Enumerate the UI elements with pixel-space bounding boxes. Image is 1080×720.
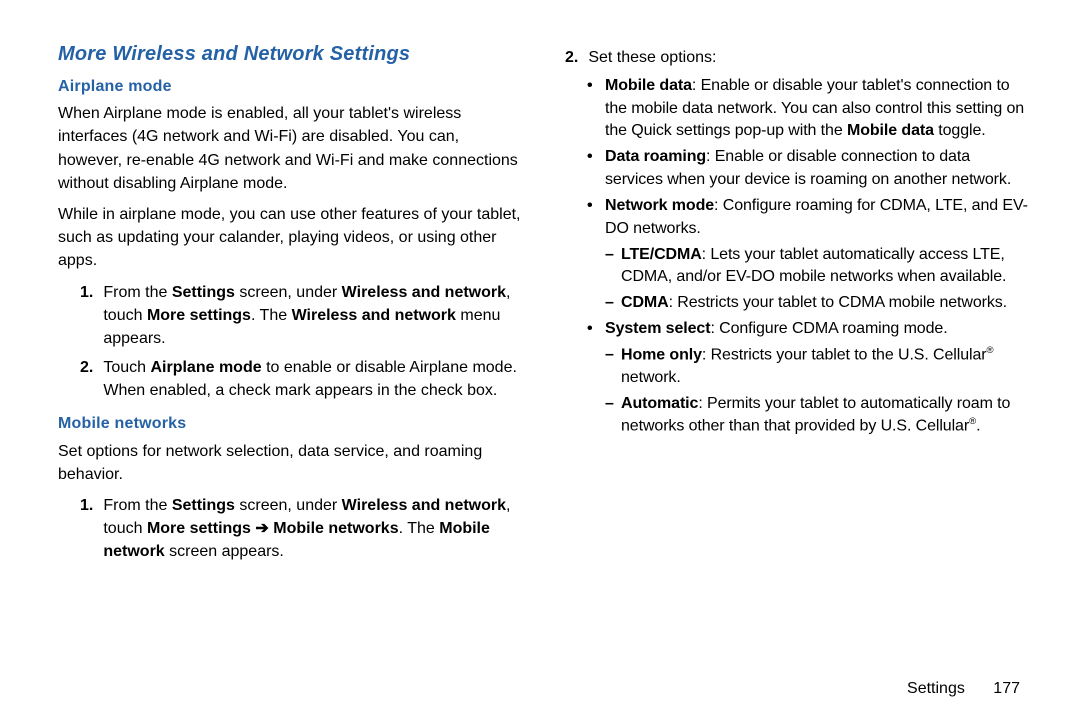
bullet-icon: • [587,75,597,97]
section-heading: More Wireless and Network Settings [58,40,523,69]
sub-body: Home only: Restricts your tablet to the … [621,344,1030,389]
bullet-item: • Network mode: Configure roaming for CD… [587,195,1030,240]
list-item: 2. Touch Airplane mode to enable or disa… [80,356,523,402]
paragraph: While in airplane mode, you can use othe… [58,203,523,273]
bullet-icon: • [587,318,597,340]
bold-term: CDMA [621,294,669,311]
step-number: 2. [80,356,93,379]
bold-term: Network mode [605,197,714,214]
sub-body: CDMA: Restricts your tablet to CDMA mobi… [621,292,1030,314]
bullet-body: System select: Configure CDMA roaming mo… [605,318,1030,340]
text: screen, under [235,497,342,514]
bold-term: More settings [147,307,251,324]
sub-item: – LTE/CDMA: Lets your tablet automatical… [605,244,1030,289]
bullet-icon: • [587,146,597,168]
text: From the [103,284,171,301]
dash-icon: – [605,393,615,415]
document-page: More Wireless and Network Settings Airpl… [0,0,1080,684]
bold-term: Mobile data [605,77,692,94]
bold-term: Settings [172,497,235,514]
step-number: 1. [80,494,93,517]
sub-body: Automatic: Permits your tablet to automa… [621,393,1030,438]
step-body: From the Settings screen, under Wireless… [103,281,523,351]
step-body: Set these options: [588,46,1030,69]
bold-term: Mobile data [847,122,934,139]
left-column: More Wireless and Network Settings Airpl… [58,40,523,656]
bold-term: Airplane mode [150,359,261,376]
paragraph: When Airplane mode is enabled, all your … [58,102,523,195]
bullet-body: Data roaming: Enable or disable connecti… [605,146,1030,191]
bold-term: Wireless and network [342,284,506,301]
bold-term: Wireless and network [342,497,506,514]
bullet-item: • Mobile data: Enable or disable your ta… [587,75,1030,142]
subheading-airplane: Airplane mode [58,75,523,98]
text: . [976,417,980,434]
text: screen appears. [165,543,284,560]
bold-term: Automatic [621,395,698,412]
dash-icon: – [605,292,615,314]
list-item: 1. From the Settings screen, under Wirel… [80,281,523,351]
page-footer: Settings 177 [907,680,1020,698]
bullet-item: • System select: Configure CDMA roaming … [587,318,1030,340]
bold-term: More settings ➔ Mobile networks [147,520,399,537]
bold-term: Wireless and network [292,307,456,324]
bullet-icon: • [587,195,597,217]
bold-term: Home only [621,347,702,364]
step-number: 1. [80,281,93,304]
list-item: 2. Set these options: [565,46,1030,69]
text: toggle. [934,122,986,139]
sub-item: – CDMA: Restricts your tablet to CDMA mo… [605,292,1030,314]
paragraph: Set options for network selection, data … [58,440,523,486]
registered-icon: ® [987,345,994,356]
bold-term: Data roaming [605,148,706,165]
sub-item: – Automatic: Permits your tablet to auto… [605,393,1030,438]
right-column: 2. Set these options: • Mobile data: Ena… [565,40,1030,656]
bullet-body: Network mode: Configure roaming for CDMA… [605,195,1030,240]
registered-icon: ® [969,416,976,427]
bold-term: Settings [172,284,235,301]
bullet-item: • Data roaming: Enable or disable connec… [587,146,1030,191]
bullet-body: Mobile data: Enable or disable your tabl… [605,75,1030,142]
text: : Restricts your tablet to CDMA mobile n… [669,294,1007,311]
text: From the [103,497,171,514]
text: screen, under [235,284,342,301]
text: . The [399,520,440,537]
footer-section: Settings [907,680,965,697]
dash-icon: – [605,344,615,366]
step-number: 2. [565,46,578,69]
text: : Configure CDMA roaming mode. [710,320,947,337]
list-item: 1. From the Settings screen, under Wirel… [80,494,523,564]
step-body: Touch Airplane mode to enable or disable… [103,356,523,402]
subheading-mobile: Mobile networks [58,412,523,435]
text: : Restricts your tablet to the U.S. Cell… [702,347,987,364]
sub-body: LTE/CDMA: Lets your tablet automatically… [621,244,1030,289]
dash-icon: – [605,244,615,266]
text: . The [251,307,292,324]
sub-item: – Home only: Restricts your tablet to th… [605,344,1030,389]
step-body: From the Settings screen, under Wireless… [103,494,523,564]
text: network. [621,369,681,386]
page-number: 177 [993,680,1020,697]
bold-term: System select [605,320,710,337]
bold-term: LTE/CDMA [621,246,702,263]
text: Touch [103,359,150,376]
